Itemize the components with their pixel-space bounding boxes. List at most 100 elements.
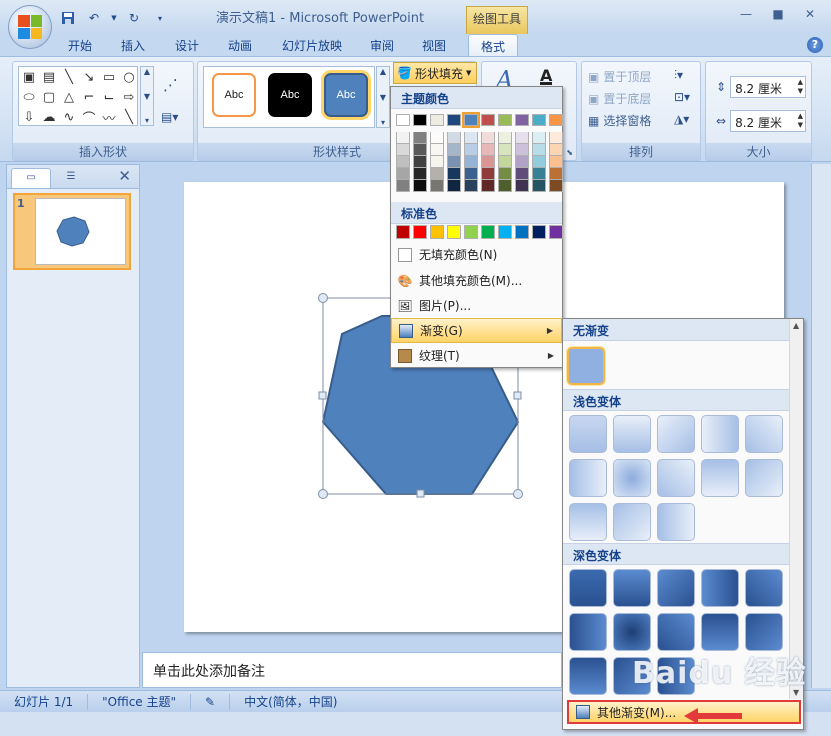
theme-color-swatch[interactable] (498, 156, 512, 168)
scroll-up-icon[interactable]: ▲ (793, 321, 799, 330)
theme-color-swatch[interactable] (413, 144, 427, 156)
gradient-variation-swatch[interactable] (657, 613, 695, 651)
theme-color-swatch[interactable] (481, 132, 495, 144)
rectangle-icon[interactable]: ▭ (99, 67, 119, 87)
theme-color-swatch[interactable] (532, 156, 546, 168)
theme-color-swatch[interactable] (515, 168, 529, 180)
scribble-icon[interactable]: 〰 (99, 107, 119, 127)
theme-color-swatch[interactable] (498, 168, 512, 180)
gradient-variation-swatch[interactable] (745, 459, 783, 497)
gradient-variation-swatch[interactable] (657, 503, 695, 541)
tab-slideshow[interactable]: 幻灯片放映 (282, 37, 342, 54)
theme-color-swatch[interactable] (464, 156, 478, 168)
slides-tab-icon[interactable]: ▭ (11, 168, 51, 188)
gradient-variation-swatch[interactable] (569, 415, 607, 453)
style-blue-fill[interactable]: Abc (324, 73, 368, 117)
theme-color-swatch[interactable] (549, 168, 563, 180)
picture-fill-item[interactable]: 🖼 图片(P)... (391, 293, 562, 318)
gradient-variation-swatch[interactable] (569, 613, 607, 651)
gradient-variation-swatch[interactable] (569, 459, 607, 497)
bring-to-front-button[interactable]: ▣ 置于顶层 (588, 68, 651, 85)
send-to-back-button[interactable]: ▣ 置于底层 (588, 90, 651, 107)
down-arrow-icon[interactable]: ⇩ (19, 107, 39, 127)
shape-width-input[interactable]: 8.2 厘米 ▲ ▼ (730, 110, 807, 132)
notes-pane[interactable]: 单击此处添加备注 (142, 652, 562, 688)
arrow-line-icon[interactable]: ↘ (79, 67, 99, 87)
vertical-scrollbar[interactable] (811, 164, 831, 688)
theme-color-swatch[interactable] (464, 180, 478, 192)
cloud-icon[interactable]: ☁ (39, 107, 59, 127)
gradient-variation-swatch[interactable] (745, 569, 783, 607)
office-button[interactable] (8, 5, 52, 49)
line-icon[interactable]: ╲ (59, 67, 79, 87)
undo-icon[interactable]: ↶ (84, 9, 104, 27)
gradient-scrollbar[interactable]: ▲ ▼ (789, 319, 803, 699)
theme-color-swatch[interactable] (549, 156, 563, 168)
gradient-variation-swatch[interactable] (657, 415, 695, 453)
tab-home[interactable]: 开始 (68, 37, 92, 54)
height-spinner[interactable]: ▲ ▼ (798, 78, 803, 96)
theme-color-swatch[interactable] (447, 114, 461, 126)
theme-color-swatch[interactable] (481, 156, 495, 168)
theme-color-swatch[interactable] (515, 180, 529, 192)
gradient-variation-swatch[interactable] (701, 613, 739, 651)
theme-color-swatch[interactable] (447, 180, 461, 192)
undo-dropdown-icon[interactable]: ▼ (110, 9, 118, 27)
align-icon[interactable]: ⫶▾ (674, 68, 683, 83)
gradient-variation-swatch[interactable] (613, 569, 651, 607)
theme-color-swatch[interactable] (396, 144, 410, 156)
textbox-icon[interactable]: ▣ (19, 67, 39, 87)
tab-insert[interactable]: 插入 (121, 37, 145, 54)
right-arrow-icon[interactable]: ⇨ (119, 87, 139, 107)
save-icon[interactable] (58, 9, 78, 27)
no-fill-item[interactable]: 无填充颜色(N) (391, 242, 562, 267)
theme-color-swatch[interactable] (532, 168, 546, 180)
gradient-fill-item[interactable]: 渐变(G) ▶ (391, 318, 562, 343)
minimize-icon[interactable]: — (731, 4, 761, 24)
theme-color-swatch[interactable] (430, 180, 444, 192)
theme-color-swatch[interactable] (413, 168, 427, 180)
theme-color-swatch[interactable] (549, 132, 563, 144)
standard-color-swatch[interactable] (515, 225, 529, 239)
theme-color-swatch[interactable] (515, 114, 529, 126)
diagonal-icon[interactable]: ╲ (119, 107, 139, 127)
theme-color-swatch[interactable] (396, 156, 410, 168)
theme-color-swatch[interactable] (532, 144, 546, 156)
gradient-variation-swatch[interactable] (613, 459, 651, 497)
shape-styles-scroll[interactable]: ▲ ▼ ▾ (376, 66, 390, 128)
theme-color-swatch[interactable] (462, 112, 480, 128)
spellcheck-icon[interactable]: ✎ (191, 693, 231, 710)
rounded-rect-icon[interactable]: ▢ (39, 87, 59, 107)
style-orange-outline[interactable]: Abc (212, 73, 256, 117)
more-fill-colors-item[interactable]: 🎨 其他填充颜色(M)... (391, 268, 562, 293)
theme-color-swatch[interactable] (396, 132, 410, 144)
theme-color-swatch[interactable] (430, 168, 444, 180)
theme-color-swatch[interactable] (481, 114, 495, 126)
curve-icon[interactable]: ⌒ (79, 107, 99, 127)
tab-format[interactable]: 格式 (468, 34, 519, 58)
tab-animations[interactable]: 动画 (228, 37, 252, 54)
style-black-fill[interactable]: Abc (268, 73, 312, 117)
gradient-variation-swatch[interactable] (745, 613, 783, 651)
help-icon[interactable]: ? (807, 37, 823, 53)
theme-color-swatch[interactable] (481, 180, 495, 192)
customize-toolbar-icon[interactable]: ▾ (150, 9, 170, 27)
gradient-variation-swatch[interactable] (569, 503, 607, 541)
theme-color-swatch[interactable] (464, 144, 478, 156)
text-fill-icon[interactable]: A (540, 66, 553, 85)
theme-color-swatch[interactable] (549, 144, 563, 156)
gradient-variation-swatch[interactable] (657, 459, 695, 497)
standard-color-swatch[interactable] (447, 225, 461, 239)
gradient-variation-swatch[interactable] (569, 569, 607, 607)
theme-color-swatch[interactable] (430, 144, 444, 156)
standard-color-swatch[interactable] (549, 225, 563, 239)
theme-color-swatch[interactable] (532, 180, 546, 192)
theme-color-swatch[interactable] (430, 156, 444, 168)
tab-design[interactable]: 设计 (175, 37, 199, 54)
oval-icon[interactable]: ⬭ (19, 87, 39, 107)
gradient-variation-swatch[interactable] (613, 613, 651, 651)
theme-color-swatch[interactable] (498, 144, 512, 156)
gradient-variation-swatch[interactable] (701, 569, 739, 607)
theme-color-swatch[interactable] (481, 144, 495, 156)
group-objects-icon[interactable]: ⊡▾ (674, 90, 690, 104)
